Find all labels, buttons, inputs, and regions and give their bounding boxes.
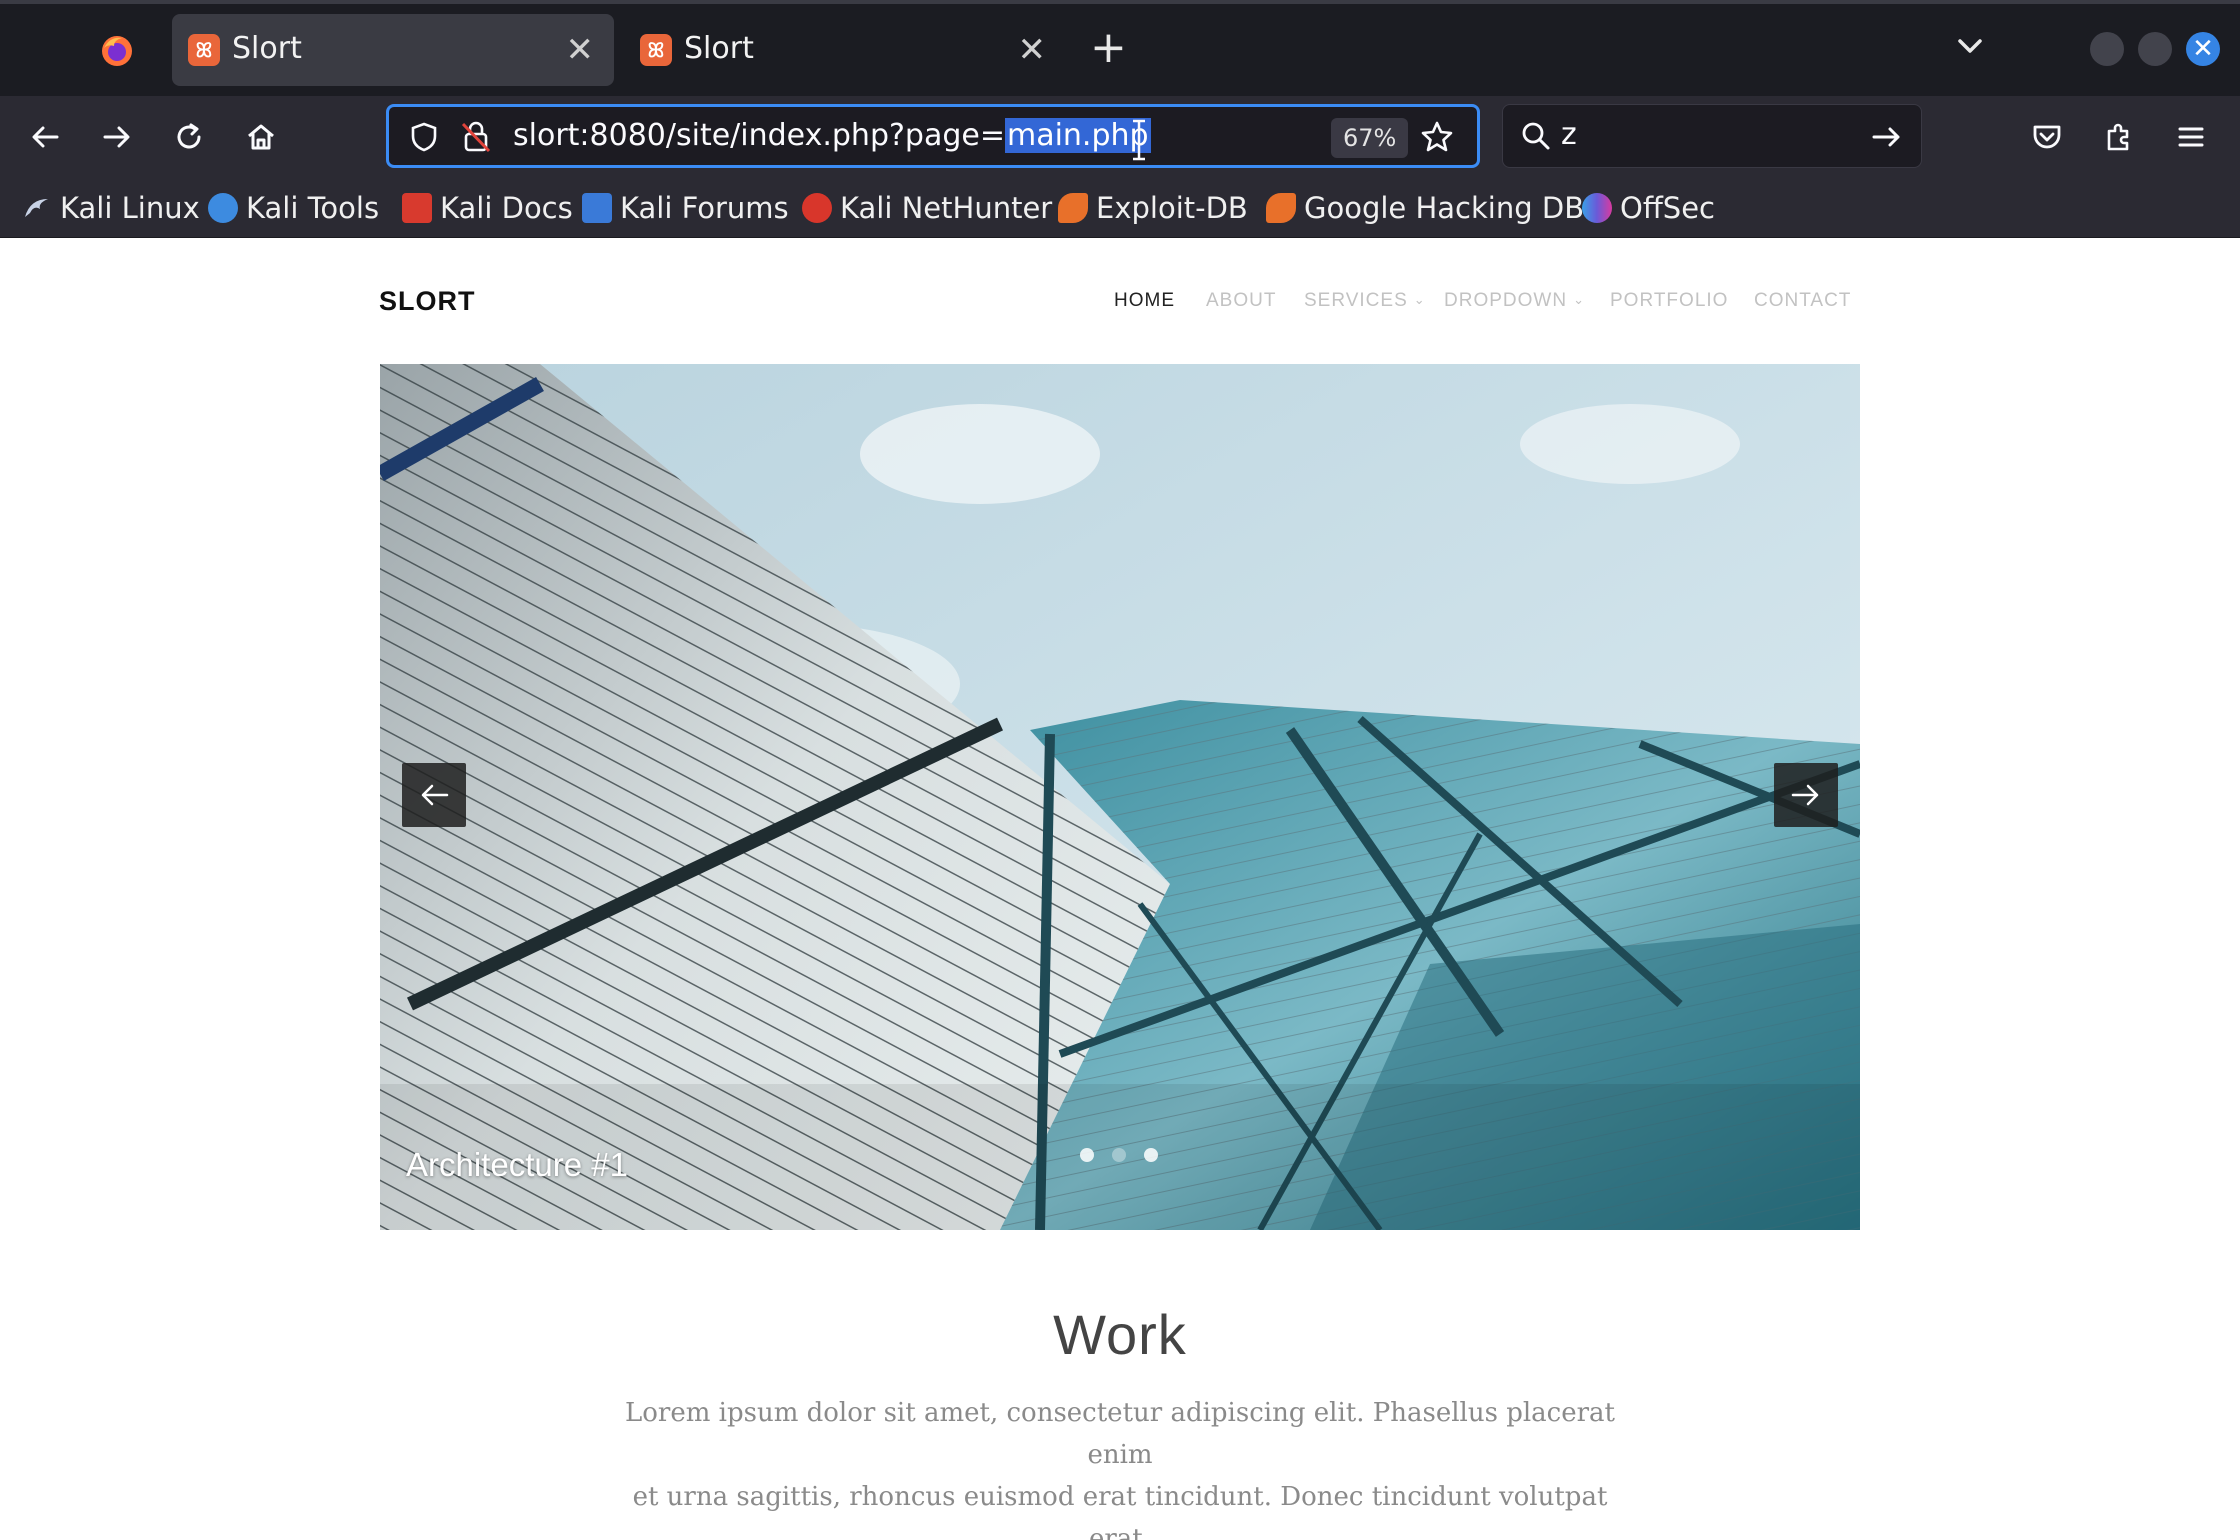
puzzle-icon	[2107, 123, 2129, 151]
kali-forums-icon	[582, 193, 612, 223]
bookmark-google-hacking-db[interactable]: Google Hacking DB	[1266, 188, 1584, 228]
minimize-button[interactable]	[2090, 32, 2124, 66]
close-tab-icon[interactable]: ✕	[1018, 30, 1047, 70]
bookmark-label: Kali Forums	[620, 191, 789, 225]
nav-about[interactable]: ABOUT	[1206, 290, 1276, 312]
site-logo[interactable]: SLORT	[379, 286, 476, 317]
kali-docs-icon	[402, 193, 432, 223]
slider-dot-2[interactable]	[1112, 1148, 1126, 1162]
text-cursor-icon	[1133, 119, 1145, 161]
bookmark-kali-linux[interactable]: Kali Linux	[22, 188, 200, 228]
kali-dragon-icon	[25, 199, 48, 217]
page-content: SLORT HOME ABOUT SERVICES ⌄ DROPDOWN ⌄ POR…	[0, 238, 2240, 1540]
bookmarks-toolbar: Kali Linux Kali Tools Kali Docs Kali For…	[0, 178, 2240, 238]
slider-next-button[interactable]	[1774, 763, 1838, 827]
bookmark-offsec[interactable]: OffSec	[1582, 188, 1715, 228]
nav-services-label: SERVICES	[1304, 290, 1408, 311]
extensions-button[interactable]	[2096, 114, 2142, 160]
reload-button[interactable]	[166, 114, 212, 160]
bookmark-kali-forums[interactable]: Kali Forums	[582, 188, 789, 228]
zoom-level-badge[interactable]: 67%	[1331, 118, 1409, 158]
kali-tools-icon	[208, 193, 238, 223]
arrow-right-icon[interactable]	[1869, 119, 1905, 155]
bookmark-label: Google Hacking DB	[1304, 191, 1585, 225]
bookmark-label: Exploit-DB	[1096, 191, 1248, 225]
browser-window: ꕤ Slort ✕ ꕤ Slort ✕ + ✕ slort:8080/site/…	[0, 0, 2240, 1540]
arrow-left-icon	[421, 784, 449, 806]
nav-dropdown-label: DROPDOWN	[1444, 290, 1568, 311]
bookmark-label: Kali Tools	[246, 191, 380, 225]
search-input[interactable]: z	[1561, 117, 1577, 152]
tab-title: Slort	[232, 31, 302, 66]
arrow-left-icon	[32, 126, 59, 148]
close-window-button[interactable]: ✕	[2186, 32, 2220, 66]
description-line: Lorem ipsum dolor sit amet, consectetur …	[625, 1398, 1615, 1470]
url-text[interactable]: slort:8080/site/index.php?page=main.php	[513, 118, 1151, 153]
home-icon	[248, 124, 274, 150]
chevron-down-icon[interactable]	[1952, 28, 1988, 64]
bookmark-exploit-db[interactable]: Exploit-DB	[1058, 188, 1248, 228]
section-description: Lorem ipsum dolor sit amet, consectetur …	[620, 1392, 1620, 1540]
reload-icon	[177, 123, 201, 149]
bookmark-kali-docs[interactable]: Kali Docs	[402, 188, 573, 228]
maximize-button[interactable]	[2138, 32, 2172, 66]
plus-icon[interactable]: +	[1090, 22, 1127, 74]
bookmark-kali-nethunter[interactable]: Kali NetHunter	[802, 188, 1052, 228]
close-tab-icon[interactable]: ✕	[566, 30, 595, 70]
ghdb-icon	[1266, 193, 1296, 223]
tab-title: Slort	[684, 31, 754, 66]
nav-portfolio[interactable]: PORTFOLIO	[1610, 290, 1728, 312]
slide-caption: Architecture #1	[406, 1146, 628, 1183]
nav-contact[interactable]: CONTACT	[1754, 290, 1851, 312]
bookmark-label: Kali Docs	[440, 191, 573, 225]
bookmark-label: Kali Linux	[60, 191, 200, 225]
pocket-icon	[2033, 125, 2061, 149]
section-title: Work	[1053, 1303, 1187, 1366]
nav-home[interactable]: HOME	[1114, 290, 1175, 312]
bookmark-label: Kali NetHunter	[840, 191, 1053, 225]
tab-slort-2[interactable]: ꕤ Slort ✕	[624, 14, 1066, 86]
search-icon	[1522, 122, 1550, 150]
xampp-favicon-icon: ꕤ	[640, 34, 672, 66]
url-prefix: slort:8080/site/index.php?page=	[513, 118, 1005, 153]
tab-slort-1[interactable]: ꕤ Slort ✕	[172, 14, 614, 86]
home-button[interactable]	[238, 114, 284, 160]
offsec-icon	[1582, 193, 1612, 223]
arrow-right-icon	[1791, 784, 1819, 806]
image-slider[interactable]: Architecture #1	[380, 364, 1860, 1230]
chevron-down-icon: ⌄	[1413, 292, 1426, 307]
exploit-db-icon	[1058, 193, 1088, 223]
firefox-icon[interactable]	[100, 34, 134, 68]
shield-icon[interactable]	[407, 120, 441, 154]
xampp-favicon-icon: ꕤ	[188, 34, 220, 66]
description-line: et urna sagittis, rhoncus euismod erat t…	[632, 1482, 1608, 1540]
chevron-down-icon: ⌄	[1573, 292, 1585, 307]
slider-dot-3[interactable]	[1144, 1148, 1158, 1162]
nav-services[interactable]: SERVICES ⌄	[1304, 290, 1426, 312]
menu-button[interactable]	[2168, 114, 2214, 160]
nav-dropdown[interactable]: DROPDOWN ⌄	[1444, 290, 1585, 312]
address-bar[interactable]: slort:8080/site/index.php?page=main.php …	[386, 104, 1480, 168]
bookmark-label: OffSec	[1620, 191, 1716, 225]
insecure-lock-icon[interactable]	[459, 119, 493, 155]
search-bar[interactable]: z	[1502, 104, 1922, 168]
back-button[interactable]	[22, 114, 68, 160]
window-top-border	[0, 0, 2240, 4]
arrow-right-icon	[103, 126, 130, 148]
navigation-toolbar: slort:8080/site/index.php?page=main.php …	[0, 96, 2240, 178]
star-icon[interactable]	[1419, 119, 1455, 155]
tab-strip: ꕤ Slort ✕ ꕤ Slort ✕ + ✕	[0, 0, 2240, 96]
slider-dot-1[interactable]	[1080, 1148, 1094, 1162]
pocket-button[interactable]	[2024, 114, 2070, 160]
slider-prev-button[interactable]	[402, 763, 466, 827]
bookmark-kali-tools[interactable]: Kali Tools	[208, 188, 379, 228]
architecture-photo	[380, 364, 1860, 1230]
hamburger-menu-icon	[2178, 127, 2204, 147]
forward-button[interactable]	[94, 114, 140, 160]
nethunter-icon	[802, 193, 832, 223]
